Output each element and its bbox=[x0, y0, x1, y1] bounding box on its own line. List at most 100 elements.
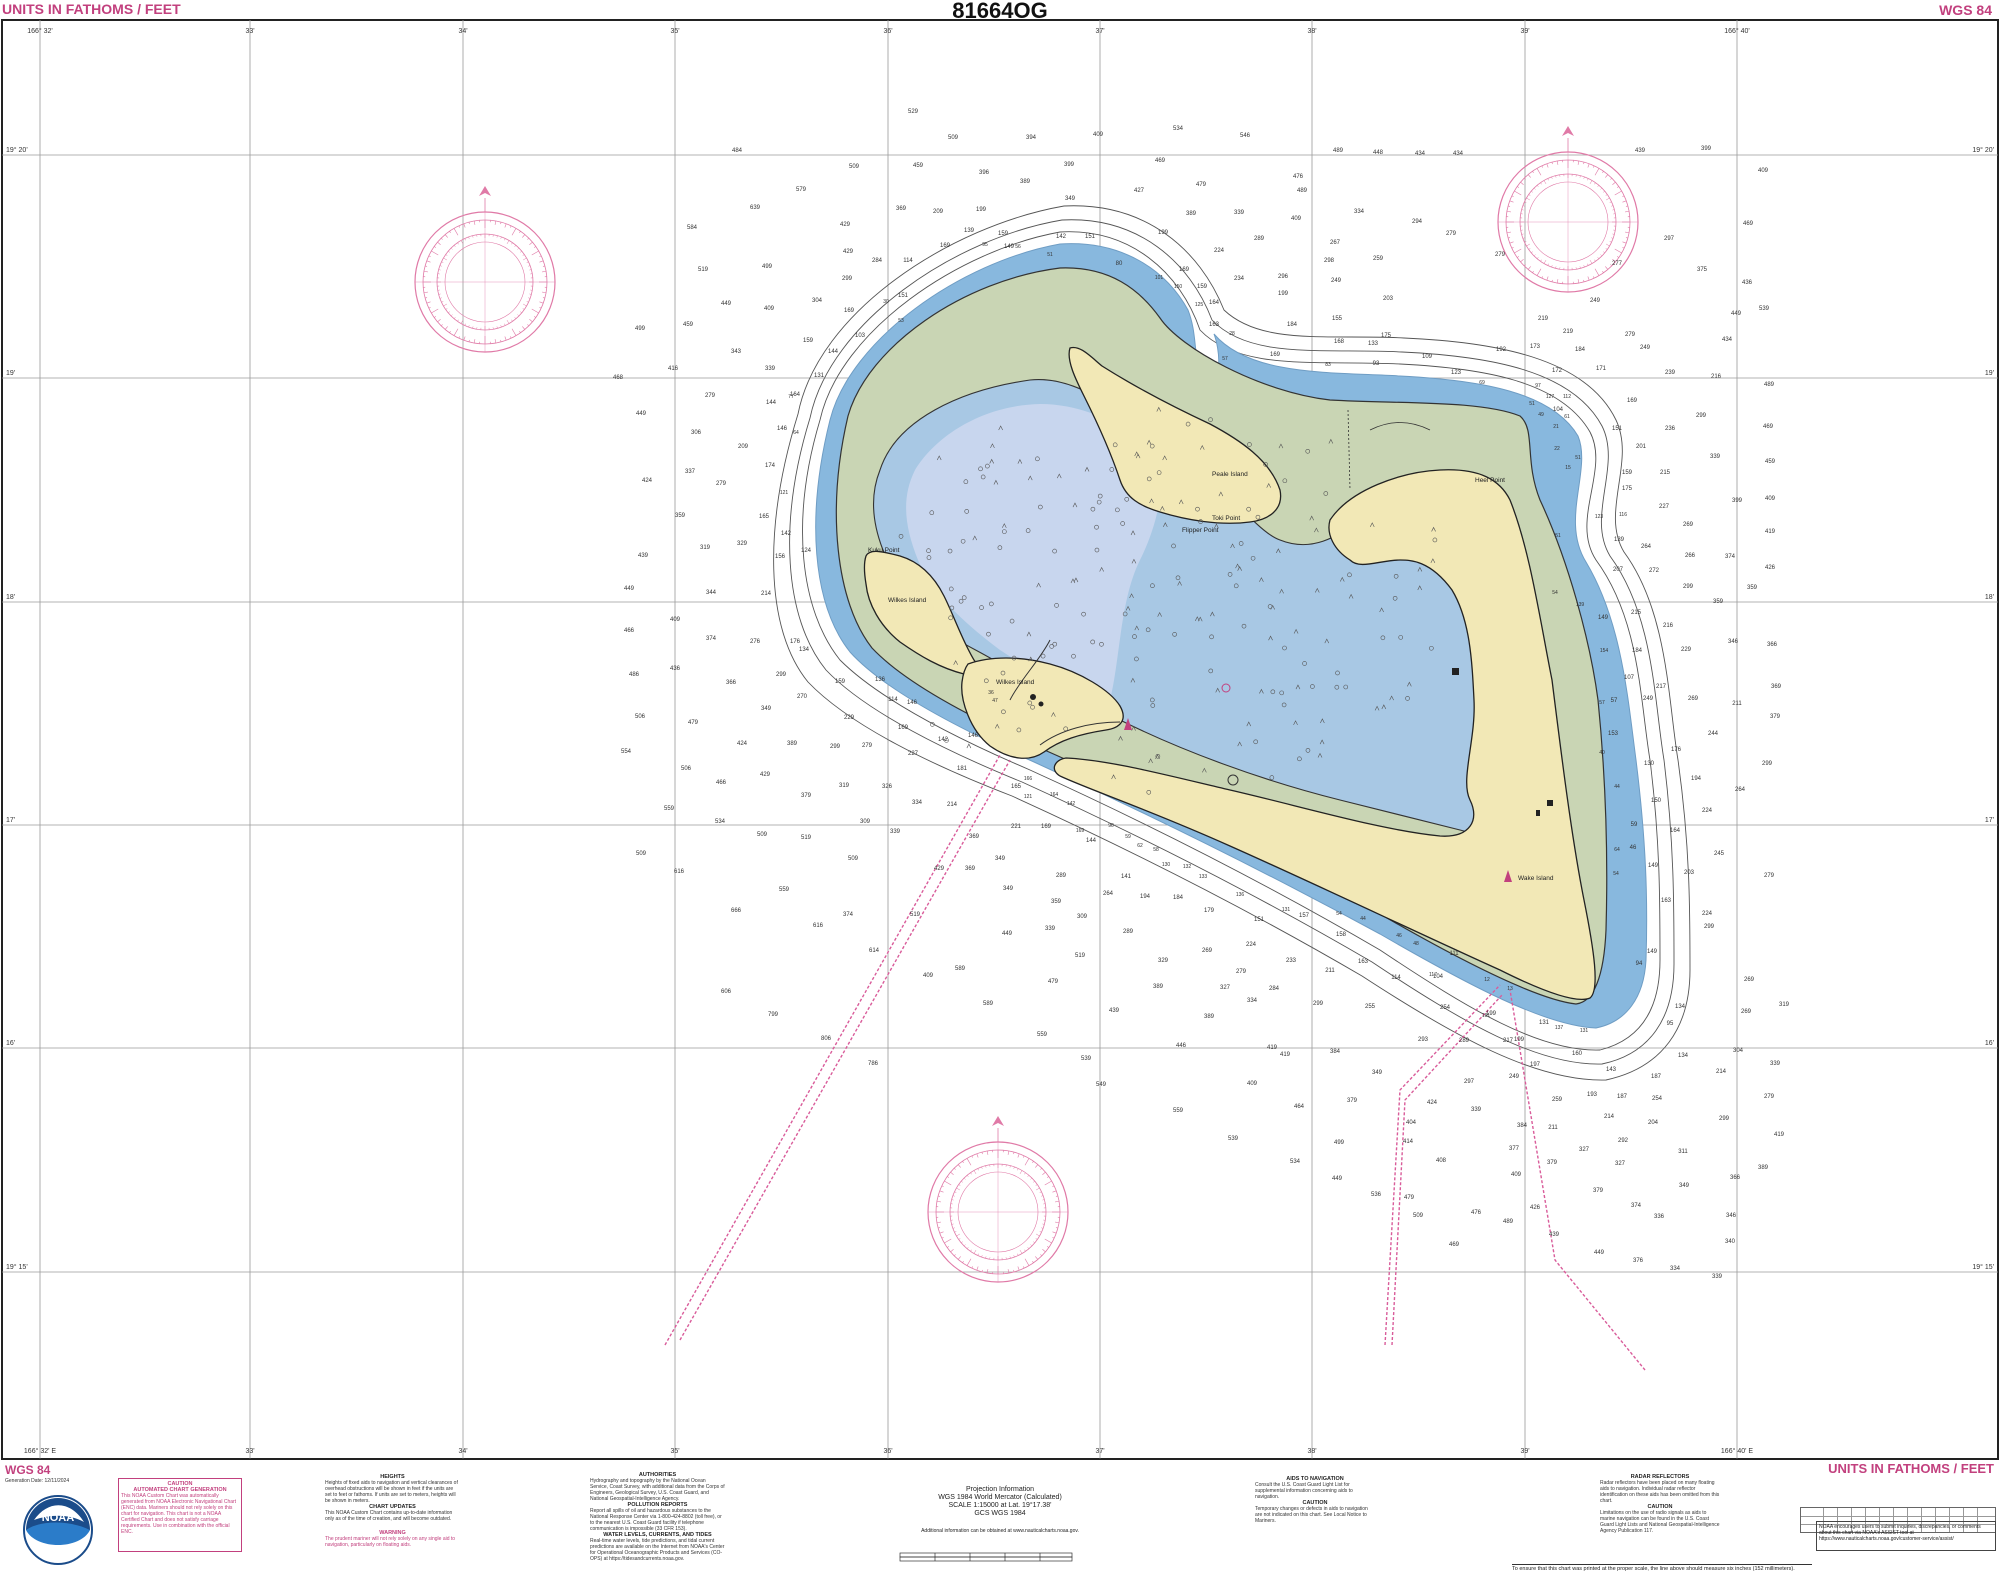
depth-sounding: 319 bbox=[1779, 1002, 1790, 1008]
depth-sounding: 151 bbox=[1612, 426, 1623, 432]
depth-sounding: 211 bbox=[1732, 701, 1742, 707]
depth-sounding: 124 bbox=[801, 548, 812, 554]
depth-sounding: 214 bbox=[761, 591, 772, 597]
longitude-label-top: 33' bbox=[245, 28, 254, 35]
radar-note: RADAR REFLECTORS Radar reflectors have b… bbox=[1600, 1474, 1720, 1534]
depth-sounding: 409 bbox=[1511, 1172, 1522, 1178]
depth-sounding: 203 bbox=[1383, 296, 1394, 302]
depth-sounding: 479 bbox=[688, 720, 699, 726]
depth-sounding: 299 bbox=[1762, 761, 1773, 767]
longitude-label-bottom: 37' bbox=[1095, 1448, 1104, 1455]
depth-sounding: 151 bbox=[898, 293, 909, 299]
depth-sounding: 184 bbox=[1575, 347, 1586, 353]
depth-sounding: 384 bbox=[1517, 1123, 1528, 1129]
aids-text: Consult the U.S. Coast Guard Light List … bbox=[1255, 1482, 1353, 1500]
depth-sounding: 254 bbox=[1440, 1005, 1451, 1011]
depth-sounding: 187 bbox=[1617, 1094, 1628, 1100]
latitude-label-left: 19' bbox=[6, 370, 15, 377]
depth-sounding: 259 bbox=[1552, 1097, 1563, 1103]
depth-sounding: 163 bbox=[1358, 959, 1369, 965]
depth-sounding: 424 bbox=[642, 478, 653, 484]
depth-sounding: 334 bbox=[1354, 209, 1365, 215]
inshore-sounding: 136 bbox=[1236, 892, 1245, 898]
nautical-chart[interactable]: 529509 394 409534546489 448 434 434 439 3994845… bbox=[0, 0, 2000, 1574]
inshore-sounding: 117 bbox=[1429, 972, 1437, 978]
depth-sounding: 160 bbox=[1572, 1051, 1583, 1057]
depth-sounding: 340 bbox=[1725, 1239, 1736, 1245]
corner-note: NOAA encourages users to submit inquirie… bbox=[1816, 1521, 1996, 1551]
depth-sounding: 389 bbox=[1153, 984, 1164, 990]
depth-sounding: 434 bbox=[1415, 151, 1426, 157]
depth-sounding: 469 bbox=[1743, 221, 1754, 227]
depth-sounding: 399 bbox=[1064, 162, 1075, 168]
inshore-sounding: 121 bbox=[780, 490, 789, 496]
depth-sounding: 175 bbox=[1622, 486, 1633, 492]
depth-sounding: 229 bbox=[1681, 647, 1692, 653]
depth-sounding: 404 bbox=[1406, 1120, 1417, 1126]
depth-sounding: 339 bbox=[1045, 926, 1056, 932]
depth-sounding: 165 bbox=[759, 514, 770, 520]
depth-sounding: 151 bbox=[1254, 917, 1265, 923]
depth-sounding: 94 bbox=[1636, 961, 1643, 967]
depth-sounding: 234 bbox=[1234, 276, 1245, 282]
depth-sounding: 199 bbox=[976, 207, 987, 213]
depth-sounding: 46 bbox=[1630, 845, 1637, 851]
depth-sounding: 377 bbox=[1509, 1146, 1520, 1152]
depth-sounding: 394 bbox=[1026, 135, 1037, 141]
depth-sounding: 233 bbox=[1286, 958, 1297, 964]
depth-sounding: 169 bbox=[898, 725, 909, 731]
depth-sounding: 434 bbox=[1453, 151, 1464, 157]
depth-sounding: 369 bbox=[965, 866, 976, 872]
depth-sounding: 384 bbox=[1330, 1049, 1341, 1055]
depth-sounding: 499 bbox=[762, 264, 773, 270]
inshore-sounding: 51 bbox=[1555, 533, 1561, 539]
depth-sounding: 176 bbox=[1671, 747, 1682, 753]
depth-sounding: 227 bbox=[1659, 504, 1670, 510]
inshore-sounding: 48 bbox=[1413, 941, 1419, 947]
depth-sounding: 419 bbox=[1267, 1045, 1278, 1051]
depth-sounding: 409 bbox=[670, 617, 681, 623]
inshore-sounding: 101 bbox=[1155, 275, 1164, 281]
depth-sounding: 146 bbox=[777, 426, 788, 432]
depth-sounding: 539 bbox=[1759, 306, 1770, 312]
depth-sounding: 149 bbox=[1648, 863, 1659, 869]
depth-sounding: 379 bbox=[1547, 1160, 1558, 1166]
depth-sounding: 419 bbox=[1765, 529, 1776, 535]
depth-sounding: 311 bbox=[1678, 1149, 1688, 1155]
inshore-sounding: 142 bbox=[1067, 801, 1076, 807]
depth-sounding: 153 bbox=[1608, 731, 1619, 737]
caution-text: This NOAA Custom Chart was automatically… bbox=[121, 1493, 237, 1535]
depth-sounding: 217 bbox=[1656, 684, 1667, 690]
inshore-sounding: 97 bbox=[1535, 383, 1541, 389]
depth-sounding: 299 bbox=[1313, 1001, 1324, 1007]
longitude-label-bottom: 166° 32' E bbox=[24, 1447, 56, 1455]
depth-sounding: 151 bbox=[1085, 234, 1096, 240]
depth-sounding: 319 bbox=[700, 545, 711, 551]
depth-sounding: 416 bbox=[668, 366, 679, 372]
depth-sounding: 409 bbox=[1247, 1081, 1258, 1087]
depth-sounding: 299 bbox=[842, 276, 853, 282]
depth-sounding: 346 bbox=[1726, 1213, 1737, 1219]
heights-note: HEIGHTS Heights of fixed aids to navigat… bbox=[325, 1474, 460, 1522]
depth-sounding: 304 bbox=[1733, 1048, 1744, 1054]
inshore-sounding: 36 bbox=[988, 690, 994, 696]
depth-sounding: 136 bbox=[875, 677, 886, 683]
longitude-label-top: 38' bbox=[1307, 28, 1316, 35]
inshore-sounding: 90 bbox=[1108, 823, 1114, 829]
inshore-sounding: 54 bbox=[1552, 590, 1558, 596]
depth-sounding: 429 bbox=[840, 222, 851, 228]
depth-sounding: 375 bbox=[1697, 267, 1708, 273]
inshore-sounding: 58 bbox=[1153, 847, 1159, 853]
depth-sounding: 279 bbox=[1446, 231, 1457, 237]
depth-sounding: 376 bbox=[1633, 1258, 1644, 1264]
water-levels-text: Real-time water levels, tide predictions… bbox=[590, 1538, 725, 1562]
depth-sounding: 339 bbox=[765, 366, 776, 372]
depth-sounding: 219 bbox=[1563, 329, 1574, 335]
depth-sounding: 214 bbox=[1604, 1114, 1615, 1120]
projection-line-2: SCALE 1:15000 at Lat. 19°17.38' bbox=[948, 1502, 1052, 1509]
depth-sounding: 519 bbox=[698, 267, 709, 273]
depth-sounding: 199 bbox=[1278, 291, 1289, 297]
depth-sounding: 184 bbox=[1632, 648, 1643, 654]
depth-sounding: 449 bbox=[636, 411, 647, 417]
depth-sounding: 199 bbox=[1514, 1037, 1525, 1043]
